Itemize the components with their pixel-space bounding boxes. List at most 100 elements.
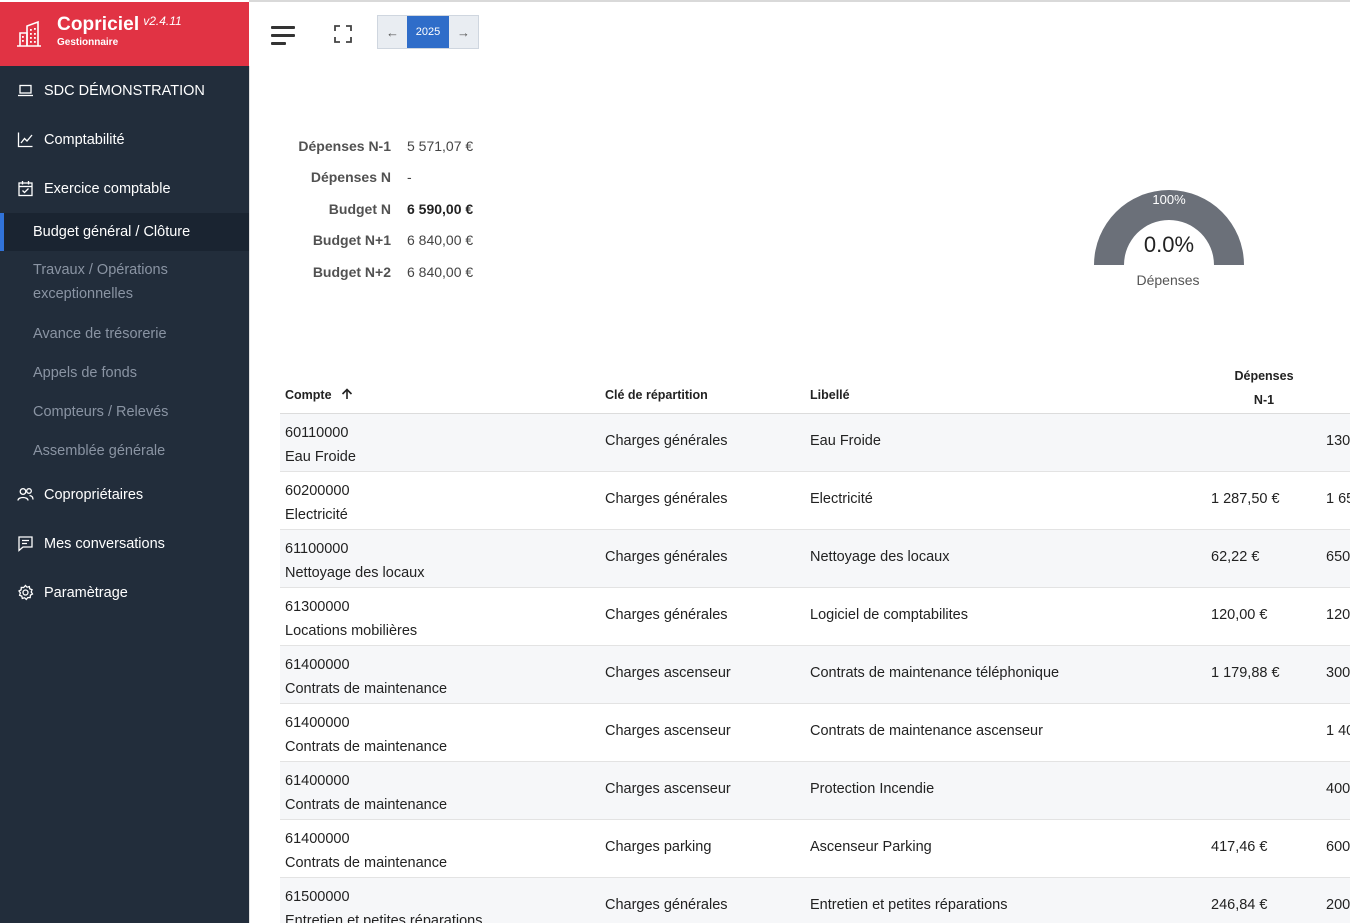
year-navigator: ← 2025 → xyxy=(377,15,479,49)
cell-depenses-n1: 120,00 € xyxy=(1211,607,1268,623)
sidebar-item-label: Mes conversations xyxy=(44,535,165,552)
cell-cle: Charges parking xyxy=(605,839,712,855)
cell-compte: 61100000 Nettoyage des locaux xyxy=(285,537,424,585)
cell-libelle: Logiciel de comptabilites xyxy=(810,607,968,623)
current-year[interactable]: 2025 xyxy=(407,16,449,48)
sidebar-subitem-budget-general[interactable]: Budget général / Clôture xyxy=(0,213,249,251)
cell-compte: 61300000 Locations mobilières xyxy=(285,595,417,643)
summary-row: Budget N 6 590,00 € xyxy=(285,193,473,225)
cell-compte: 60110000 Eau Froide xyxy=(285,421,356,469)
table-row[interactable]: 61400000 Contrats de maintenance Charges a… xyxy=(280,704,1350,762)
sidebar-subitem-compteurs[interactable]: Compteurs / Relevés xyxy=(0,392,249,431)
fullscreen-icon[interactable] xyxy=(334,25,352,43)
cell-cle: Charges générales xyxy=(605,897,728,913)
cell-cle: Charges générales xyxy=(605,549,728,565)
table-row[interactable]: 61300000 Locations mobilières Charges géné… xyxy=(280,588,1350,646)
compte-number: 61100000 xyxy=(285,541,349,557)
column-header-cle[interactable]: Clé de répartition xyxy=(605,388,708,402)
cell-budget: 200 xyxy=(1326,897,1350,913)
compte-label: Eau Froide xyxy=(285,449,356,465)
main-content: Dépenses N-1 5 571,07 € Dépenses N - Bud… xyxy=(265,66,1350,923)
table-row[interactable]: 61100000 Nettoyage des locaux Charges géné… xyxy=(280,530,1350,588)
gauge-svg: 100% 0.0% xyxy=(1094,190,1244,265)
cell-cle: Charges générales xyxy=(605,433,728,449)
compte-label: Entretien et petites réparations xyxy=(285,913,483,923)
calendar-check-icon xyxy=(18,181,33,197)
cell-libelle: Nettoyage des locaux xyxy=(810,549,950,565)
cell-depenses-n1: 417,46 € xyxy=(1211,839,1268,855)
cell-depenses-n1: 246,84 € xyxy=(1211,897,1268,913)
column-header-label: N-1 xyxy=(1253,393,1275,407)
cell-budget: 130 xyxy=(1326,433,1350,449)
column-header-label: Compte xyxy=(285,388,332,402)
next-year-button[interactable]: → xyxy=(449,16,478,48)
column-header-depenses-n1[interactable]: Dépenses N-1 xyxy=(1224,364,1304,412)
sidebar-subitem-assemblee[interactable]: Assemblée générale xyxy=(0,431,249,470)
cell-cle: Charges générales xyxy=(605,491,728,507)
content-gutter xyxy=(249,66,265,923)
compte-number: 61500000 xyxy=(285,889,350,905)
column-header-label: Dépenses xyxy=(1234,369,1294,383)
compte-label: Contrats de maintenance xyxy=(285,855,448,871)
cell-libelle: Electricité xyxy=(810,491,873,507)
chat-icon xyxy=(18,536,33,552)
previous-year-button[interactable]: ← xyxy=(378,16,407,48)
summary-label: Dépenses N-1 xyxy=(298,137,391,154)
compte-number: 61400000 xyxy=(285,715,350,731)
cell-budget: 400 xyxy=(1326,781,1350,797)
cell-cle: Charges générales xyxy=(605,607,728,623)
summary-label: Budget N+1 xyxy=(312,232,391,249)
top-bar: ← 2025 → xyxy=(249,0,1350,66)
sidebar-subitem-label: Travaux / Opérations exceptionnelles xyxy=(33,262,168,302)
sidebar-subitem-avance-tresorerie[interactable]: Avance de trésorerie xyxy=(0,314,249,353)
summary-row: Budget N+2 6 840,00 € xyxy=(285,256,473,288)
building-logo-icon xyxy=(17,20,41,47)
table-row[interactable]: 60200000 Electricité Charges générales Elec… xyxy=(280,472,1350,530)
sidebar-item-parametrage[interactable]: Paramètrage xyxy=(0,568,249,617)
cell-cle: Charges ascenseur xyxy=(605,723,731,739)
cell-cle: Charges ascenseur xyxy=(605,781,731,797)
menu-toggle-icon[interactable] xyxy=(271,26,295,45)
table-header: Compte Clé de répartition Libellé Dépens… xyxy=(280,356,1350,414)
gear-icon xyxy=(18,584,34,601)
cell-compte: 61400000 Contrats de maintenance xyxy=(285,827,447,875)
cell-depenses-n1: 1 179,88 € xyxy=(1211,665,1280,681)
brand-header[interactable]: Copriciel v2.4.11 Gestionnaire xyxy=(0,0,249,66)
compte-label: Nettoyage des locaux xyxy=(285,565,425,581)
brand-name: Copriciel xyxy=(57,14,140,35)
cell-libelle: Eau Froide xyxy=(810,433,881,449)
sidebar-item-conversations[interactable]: Mes conversations xyxy=(0,519,249,568)
sidebar-item-label: SDC DÉMONSTRATION xyxy=(44,82,205,99)
compte-number: 61400000 xyxy=(285,773,350,789)
table-row[interactable]: 61400000 Contrats de maintenance Charges p… xyxy=(280,820,1350,878)
table-row[interactable]: 61500000 Entretien et petites réparations… xyxy=(280,878,1350,923)
summary-label: Budget N+2 xyxy=(312,263,391,280)
cell-libelle: Entretien et petites réparations xyxy=(810,897,1008,913)
summary-row: Budget N+1 6 840,00 € xyxy=(285,225,473,257)
cell-compte: 61400000 Contrats de maintenance xyxy=(285,711,447,759)
brand-role: Gestionnaire xyxy=(57,37,119,48)
sidebar-item-sdc[interactable]: SDC DÉMONSTRATION xyxy=(0,66,249,115)
table-row[interactable]: 61400000 Contrats de maintenance Charges a… xyxy=(280,646,1350,704)
cell-budget: 120 xyxy=(1326,607,1350,623)
sidebar-item-label: Copropriétaires xyxy=(44,486,144,503)
table-row[interactable]: 61400000 Contrats de maintenance Charges a… xyxy=(280,762,1350,820)
cell-cle: Charges ascenseur xyxy=(605,665,731,681)
column-header-libelle[interactable]: Libellé xyxy=(810,388,850,402)
summary-value: 6 590,00 € xyxy=(407,200,474,217)
sidebar-item-exercice-comptable[interactable]: Exercice comptable xyxy=(0,164,249,213)
sidebar-item-coproprietaires[interactable]: Copropriétaires xyxy=(0,470,249,519)
sidebar-subitem-travaux[interactable]: Travaux / Opérations exceptionnelles xyxy=(0,251,249,314)
sidebar-subitem-appels-fonds[interactable]: Appels de fonds xyxy=(0,353,249,392)
column-header-compte[interactable]: Compte xyxy=(285,388,353,402)
table-row[interactable]: 60110000 Eau Froide Charges générales Eau F… xyxy=(280,414,1350,472)
cell-depenses-n1: 1 287,50 € xyxy=(1211,491,1280,507)
sidebar-subitem-label: Assemblée générale xyxy=(33,442,166,459)
sort-ascending-icon xyxy=(341,388,353,399)
compte-number: 61400000 xyxy=(285,657,350,673)
cell-depenses-n1: 62,22 € xyxy=(1211,549,1260,565)
sidebar-item-comptabilite[interactable]: Comptabilité xyxy=(0,115,249,164)
cell-compte: 61500000 Entretien et petites réparations xyxy=(285,885,482,923)
sidebar-item-label: Paramètrage xyxy=(44,584,128,601)
compte-number: 61300000 xyxy=(285,599,350,615)
